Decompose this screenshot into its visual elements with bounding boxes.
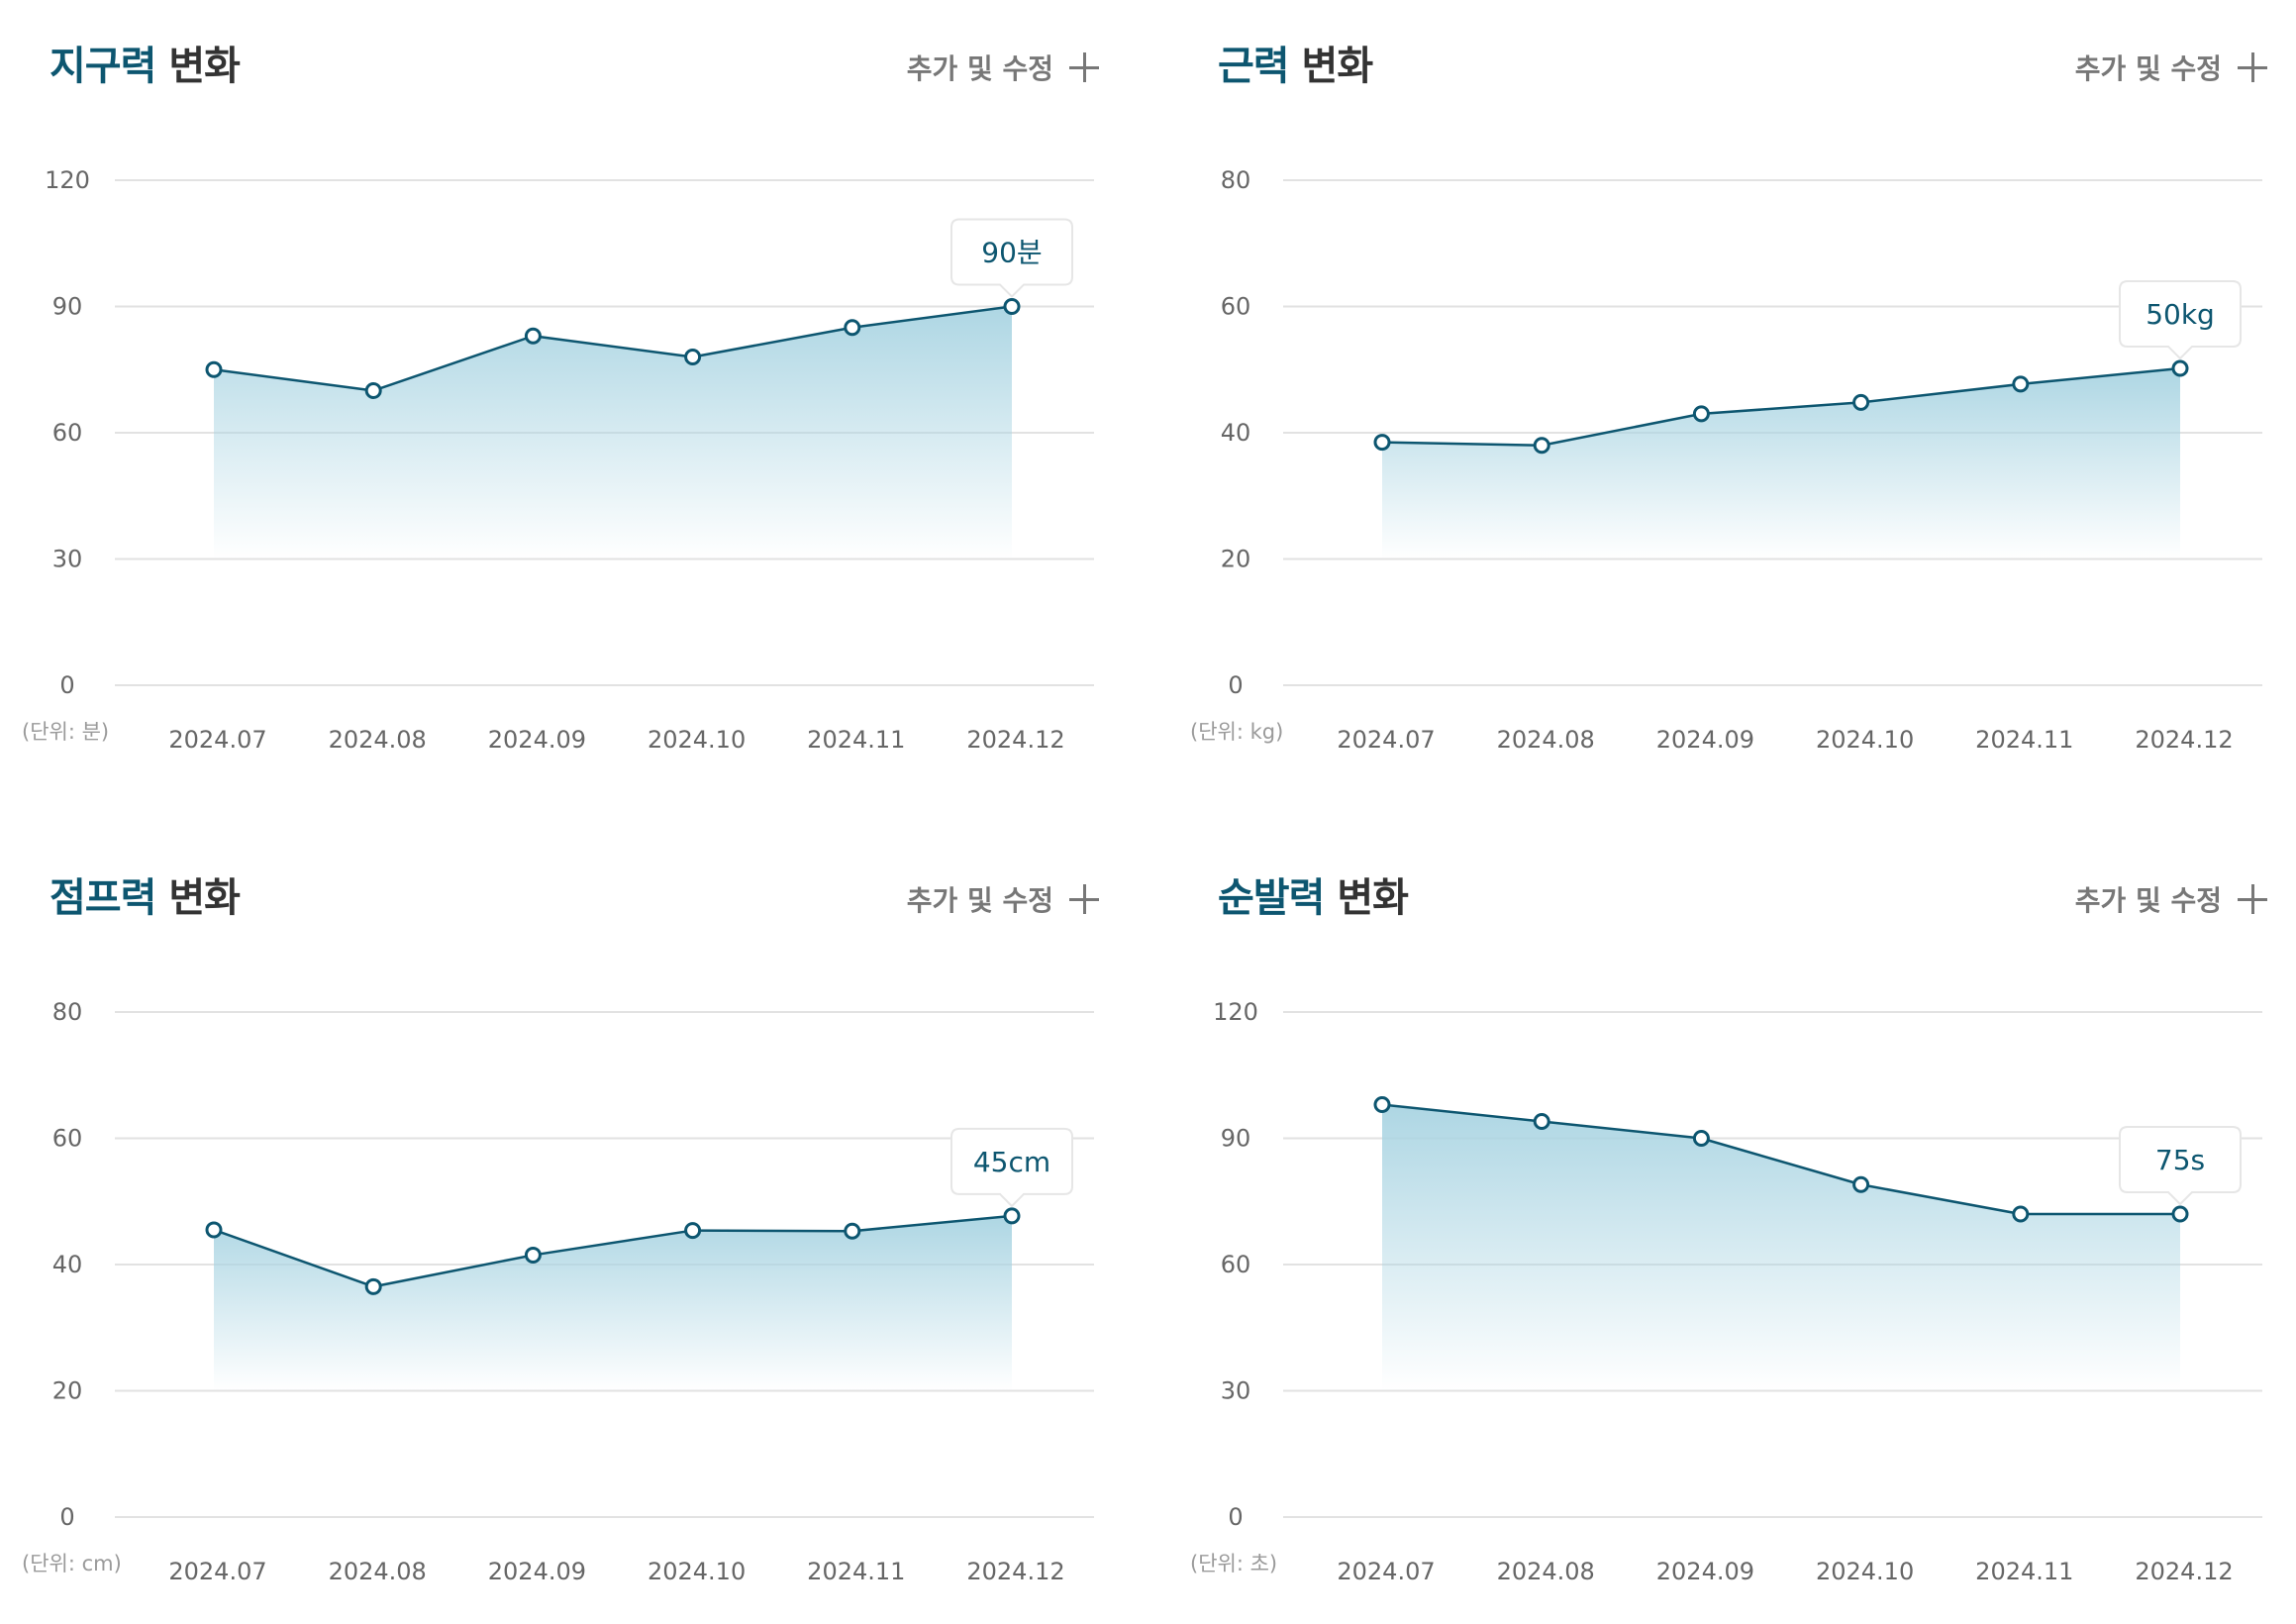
x-tick-label: 2024.11	[1975, 726, 2073, 754]
series-area	[1382, 1104, 2180, 1391]
data-point	[2171, 359, 2189, 377]
strength-panel: 근력 변화 추가 및 수정 0 20 40 60 80 2024.07 2024.08 202…	[1168, 0, 2296, 792]
strength-chart: 0 20 40 60 80 2024.07 2024.08 2024.09 2024.10 202…	[1190, 166, 2262, 754]
y-tick-label: 90	[1221, 1125, 1251, 1153]
unit-label: (단위: cm)	[22, 1552, 122, 1575]
data-point	[364, 382, 382, 399]
data-point	[684, 1222, 702, 1240]
data-point	[1533, 1113, 1550, 1130]
callout-label: 75s	[2155, 1144, 2205, 1176]
y-tick-label: 20	[1221, 546, 1251, 573]
x-tick-label: 2024.07	[168, 1558, 266, 1585]
agility-chart: 0 30 60 90 120 2024.07 2024.08 2024.09 2024.10 20…	[1190, 998, 2262, 1585]
y-tick-label: 90	[52, 293, 83, 321]
x-tick-label: 2024.11	[807, 726, 905, 754]
x-tick-label: 2024.08	[1497, 1558, 1595, 1585]
y-tick-label: 120	[1213, 998, 1258, 1026]
y-tick-label: 60	[1221, 1251, 1251, 1278]
y-tick-label: 120	[45, 166, 90, 194]
jump-chart: 0 20 40 60 80 2024.07 2024.08 2024.09 2024.10 202…	[22, 998, 1094, 1585]
y-tick-label: 0	[59, 671, 74, 699]
x-tick-label: 2024.07	[1337, 1558, 1435, 1585]
x-tick-label: 2024.12	[966, 1558, 1064, 1585]
y-tick-label: 20	[52, 1377, 83, 1405]
y-tick-label: 0	[1228, 671, 1243, 699]
data-point	[1003, 298, 1021, 315]
x-tick-label: 2024.12	[966, 726, 1064, 754]
endurance-panel: 지구력 변화 추가 및 수정 0 30 60 90 120 2024.07 2024.08 2…	[0, 0, 1129, 792]
y-tick-label: 30	[1221, 1377, 1251, 1405]
data-point	[364, 1277, 382, 1295]
series-area	[214, 306, 1012, 559]
y-tick-label: 0	[1228, 1503, 1243, 1531]
x-tick-label: 2024.11	[1975, 1558, 2073, 1585]
unit-label: (단위: 초)	[1190, 1552, 1277, 1575]
data-point	[2012, 1205, 2030, 1223]
x-tick-label: 2024.07	[1337, 726, 1435, 754]
data-point	[205, 1221, 223, 1239]
x-tick-label: 2024.11	[807, 1558, 905, 1585]
data-point	[1692, 1130, 1710, 1147]
x-tick-label: 2024.09	[488, 726, 586, 754]
unit-label: (단위: kg)	[1190, 720, 1283, 744]
data-point	[2012, 375, 2030, 393]
y-tick-label: 60	[1221, 293, 1251, 321]
x-tick-label: 2024.09	[1656, 1558, 1754, 1585]
jump-panel: 점프력 변화 추가 및 수정 0 20 40 60 80 2024.07 2024.08 20…	[0, 832, 1129, 1624]
y-tick-label: 80	[52, 998, 83, 1026]
y-tick-label: 30	[52, 546, 83, 573]
x-tick-label: 2024.09	[1656, 726, 1754, 754]
data-point	[1373, 434, 1391, 452]
x-tick-label: 2024.10	[648, 726, 746, 754]
data-point	[1692, 405, 1710, 423]
callout-label: 45cm	[973, 1146, 1050, 1178]
x-tick-label: 2024.10	[648, 1558, 746, 1585]
data-point	[684, 349, 702, 365]
x-tick-label: 2024.08	[329, 1558, 427, 1585]
x-tick-label: 2024.12	[2135, 1558, 2233, 1585]
x-tick-label: 2024.12	[2135, 726, 2233, 754]
data-point	[1533, 437, 1550, 455]
y-tick-label: 40	[52, 1251, 83, 1278]
unit-label: (단위: 분)	[22, 720, 109, 744]
x-tick-label: 2024.10	[1816, 726, 1914, 754]
data-point	[1003, 1207, 1021, 1225]
data-point	[1852, 1175, 1870, 1193]
data-point	[2171, 1205, 2189, 1223]
data-point	[844, 319, 861, 337]
x-tick-label: 2024.09	[488, 1558, 586, 1585]
series-area	[1382, 367, 2180, 559]
dashboard: 지구력 변화 추가 및 수정 0 30 60 90 120 2024.07 2024.08 2…	[0, 0, 2296, 1624]
data-point	[524, 327, 542, 345]
x-tick-label: 2024.08	[1497, 726, 1595, 754]
data-point	[844, 1222, 861, 1240]
callout-label: 50kg	[2146, 298, 2215, 331]
data-point	[524, 1246, 542, 1264]
y-tick-label: 60	[52, 419, 83, 447]
y-tick-label: 0	[59, 1503, 74, 1531]
y-tick-label: 40	[1221, 419, 1251, 447]
y-tick-label: 60	[52, 1125, 83, 1153]
data-point	[205, 360, 223, 378]
x-tick-label: 2024.07	[168, 726, 266, 754]
endurance-chart: 0 30 60 90 120 2024.07 2024.08 2024.09 2024.10 20…	[22, 166, 1094, 754]
agility-panel: 순발력 변화 추가 및 수정 0 30 60 90 120 2024.07 2024.08 2…	[1168, 832, 2296, 1624]
callout-label: 90분	[981, 237, 1042, 269]
x-tick-label: 2024.08	[329, 726, 427, 754]
y-tick-label: 80	[1221, 166, 1251, 194]
data-point	[1373, 1096, 1391, 1113]
x-tick-label: 2024.10	[1816, 1558, 1914, 1585]
data-point	[1852, 393, 1870, 411]
